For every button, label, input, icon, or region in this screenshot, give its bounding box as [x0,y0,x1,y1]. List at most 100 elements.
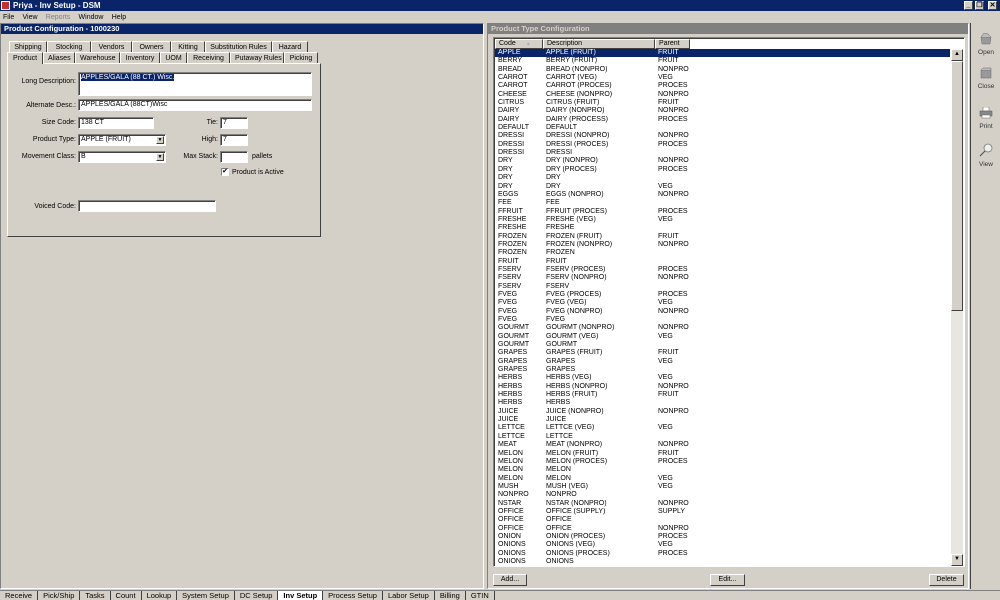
list-row[interactable]: EGGS EGGS (NONPRO) NONPRO [495,191,950,199]
list-row[interactable]: DRESSI DRESSI (PROCES) PROCES [495,141,950,149]
list-row[interactable]: DRY DRY [495,174,950,182]
list-row[interactable]: GRAPES GRAPES [495,366,950,374]
tab-product[interactable]: Product [7,52,43,64]
product-active-checkbox[interactable]: ✔ [221,168,229,176]
size-code-field[interactable]: 138 CT [78,117,154,129]
column-header-parent[interactable]: Parent [655,39,690,49]
tab-warehouse[interactable]: Warehouse [75,52,120,63]
list-row[interactable]: DRY DRY (NONPRO) NONPRO [495,157,950,165]
edit-button[interactable]: Edit... [710,574,745,586]
list-row[interactable]: FROZEN FROZEN (FRUIT) FRUIT [495,233,950,241]
list-row[interactable]: GRAPES GRAPES VEG [495,358,950,366]
list-row[interactable]: APPLE APPLE (FRUIT) FRUIT [495,49,950,58]
view-tool-button[interactable]: View [973,143,999,168]
list-row[interactable]: FROZEN FROZEN [495,249,950,257]
list-row[interactable]: FVEG FVEG (NONPRO) NONPRO [495,308,950,316]
minimize-button[interactable]: _ [964,1,973,10]
close-tool-button[interactable]: Close [973,67,999,90]
module-tab-process-setup[interactable]: Process Setup [323,591,383,600]
close-window-button[interactable]: ✕ [988,1,997,10]
open-tool-button[interactable]: Open [973,32,999,56]
chevron-down-icon[interactable]: ▼ [156,153,164,161]
list-row[interactable]: OFFICE OFFICE NONPRO [495,525,950,533]
product-type-combo[interactable]: APPLE (FRUIT) ▼ [78,134,166,146]
alternate-desc-field[interactable]: APPLES/GALA (88CT)Wisc [78,99,312,111]
list-row[interactable]: DEFAULT DEFAULT [495,124,950,132]
tab-kitting[interactable]: Kitting [171,41,205,52]
list-row[interactable]: GOURMT GOURMT [495,341,950,349]
list-row[interactable]: FVEG FVEG [495,316,950,324]
menu-window[interactable]: Window [76,12,107,23]
list-row[interactable]: CARROT CARROT (PROCES) PROCES [495,82,950,90]
tab-picking[interactable]: Picking [284,52,318,63]
list-row[interactable]: FFRUIT FFRUIT (PROCES) PROCES [495,208,950,216]
list-row[interactable]: GRAPES GRAPES (FRUIT) FRUIT [495,349,950,357]
vertical-scrollbar[interactable]: ▲ ▼ [951,49,963,566]
list-row[interactable]: HERBS HERBS (NONPRO) NONPRO [495,383,950,391]
voiced-code-field[interactable] [78,200,216,212]
high-field[interactable]: 7 [220,134,248,146]
column-header-description[interactable]: Description [543,39,655,49]
list-row[interactable]: GOURMT GOURMT (NONPRO) NONPRO [495,324,950,332]
list-row[interactable]: FEE FEE [495,199,950,207]
list-row[interactable]: FVEG FVEG (PROCES) PROCES [495,291,950,299]
list-row[interactable]: FRESHE FRESHE [495,224,950,232]
list-row[interactable]: OFFICE OFFICE [495,516,950,524]
list-row[interactable]: FSERV FSERV (PROCES) PROCES [495,266,950,274]
list-row[interactable]: ONION ONION (PROCES) PROCES [495,533,950,541]
module-tab-dc-setup[interactable]: DC Setup [235,591,279,600]
chevron-down-icon[interactable]: ▼ [156,136,164,144]
restore-button[interactable]: ❐ [975,1,984,10]
module-tab-system-setup[interactable]: System Setup [177,591,235,600]
tab-receiving[interactable]: Receiving [187,52,230,63]
list-row[interactable]: DAIRY DAIRY (NONPRO) NONPRO [495,107,950,115]
tab-hazard[interactable]: Hazard [272,41,308,52]
list-row[interactable]: FROZEN FROZEN (NONPRO) NONPRO [495,241,950,249]
list-row[interactable]: DRY DRY VEG [495,183,950,191]
tab-inventory[interactable]: Inventory [120,52,160,63]
menu-help[interactable]: Help [109,12,129,23]
add-button[interactable]: Add... [493,574,527,586]
list-row[interactable]: MUSH MUSH (VEG) VEG [495,483,950,491]
list-row[interactable]: DRESSI DRESSI (NONPRO) NONPRO [495,132,950,140]
list-row[interactable]: BREAD BREAD (NONPRO) NONPRO [495,66,950,74]
list-row[interactable]: FSERV FSERV [495,283,950,291]
list-row[interactable]: NSTAR NSTAR (NONPRO) NONPRO [495,500,950,508]
tab-putaway-rules[interactable]: Putaway Rules [230,52,284,63]
module-tab-count[interactable]: Count [111,591,142,600]
list-row[interactable]: FVEG FVEG (VEG) VEG [495,299,950,307]
scroll-thumb[interactable] [951,61,963,311]
list-row[interactable]: FRUIT FRUIT [495,258,950,266]
list-row[interactable]: MEAT MEAT (NONPRO) NONPRO [495,441,950,449]
list-row[interactable]: ONIONS ONIONS (VEG) VEG [495,541,950,549]
list-row[interactable]: HERBS HERBS (FRUIT) FRUIT [495,391,950,399]
module-tab-receive[interactable]: Receive [0,591,39,600]
tab-uom[interactable]: UOM [160,52,187,63]
tab-vendors[interactable]: Vendors [91,41,132,52]
tie-field[interactable]: 7 [220,117,248,129]
tab-stocking[interactable]: Stocking [47,41,91,52]
list-row[interactable]: MELON MELON (PROCES) PROCES [495,458,950,466]
list-row[interactable]: MELON MELON [495,466,950,474]
list-row[interactable]: DRY DRY (PROCES) PROCES [495,166,950,174]
list-row[interactable]: JUICE JUICE [495,416,950,424]
list-row[interactable]: ONIONS ONIONS [495,558,950,566]
list-row[interactable]: HERBS HERBS (VEG) VEG [495,374,950,382]
module-tab-gtin[interactable]: GTIN [466,591,495,600]
scroll-down-icon[interactable]: ▼ [951,554,963,566]
max-stack-field[interactable] [220,151,248,163]
list-row[interactable]: MELON MELON (FRUIT) FRUIT [495,450,950,458]
list-row[interactable]: DAIRY DAIRY (PROCESS) PROCES [495,116,950,124]
module-tab-pick-ship[interactable]: Pick/Ship [38,591,81,600]
module-tab-tasks[interactable]: Tasks [80,591,111,600]
long-description-field[interactable]: APPLES/GALA (88 CT.) Wisc. [78,72,312,96]
list-row[interactable]: MELON MELON VEG [495,475,950,483]
list-row[interactable]: GOURMT GOURMT (VEG) VEG [495,333,950,341]
module-tab-inv-setup[interactable]: Inv Setup [278,591,324,600]
scroll-up-icon[interactable]: ▲ [951,49,963,61]
list-row[interactable]: OFFICE OFFICE (SUPPLY) SUPPLY [495,508,950,516]
module-tab-labor-setup[interactable]: Labor Setup [383,591,435,600]
module-tab-lookup[interactable]: Lookup [142,591,178,600]
menu-view[interactable]: View [20,12,41,23]
print-tool-button[interactable]: Print [973,106,999,130]
